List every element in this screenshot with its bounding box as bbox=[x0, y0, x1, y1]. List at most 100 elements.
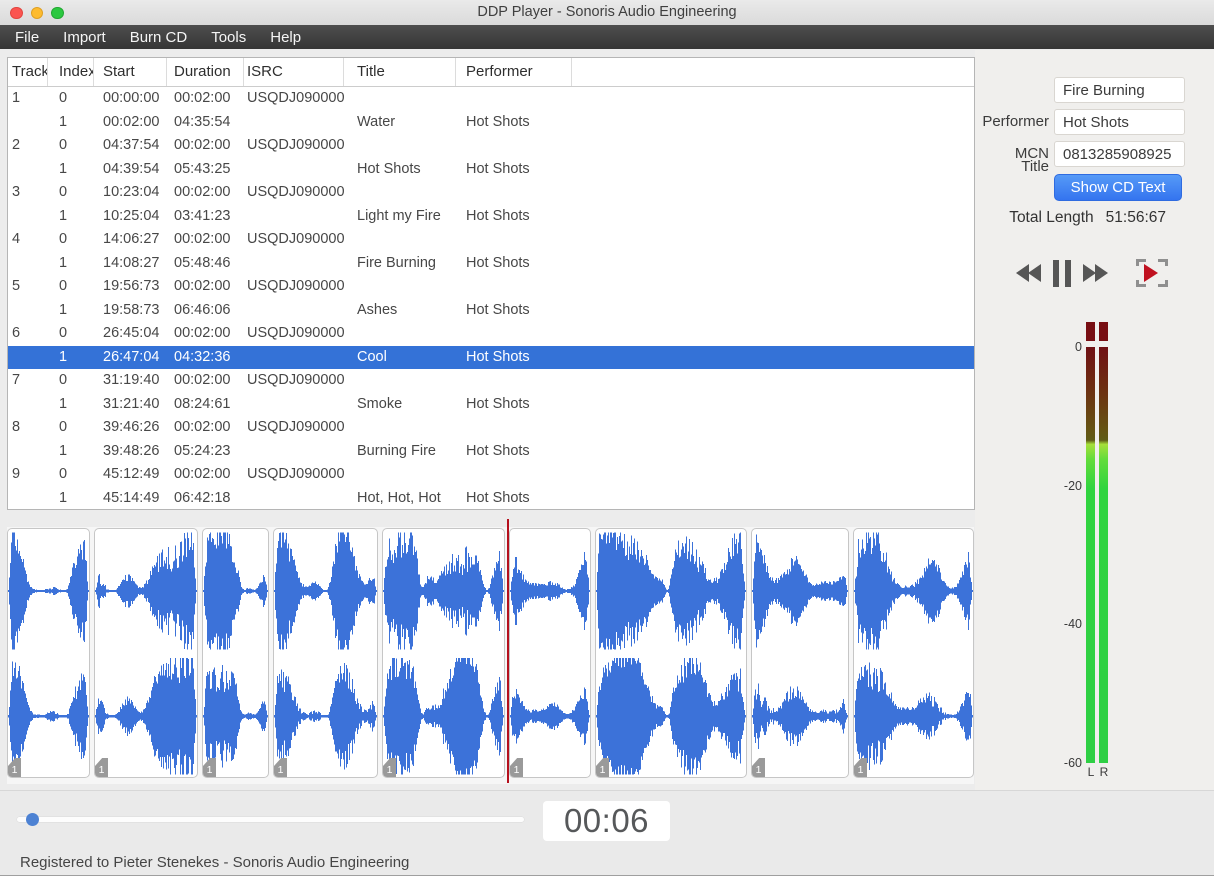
table-cell: 14:06:27 bbox=[103, 231, 160, 247]
table-header-row: Track Index Start Duration ISRC Title Performe… bbox=[8, 58, 974, 87]
column-header-duration[interactable]: Duration bbox=[167, 58, 244, 86]
title-field[interactable] bbox=[1054, 77, 1185, 103]
waveform-segment-track-7[interactable]: 1 bbox=[595, 528, 747, 778]
waveform-segment-track-3[interactable]: 1 bbox=[202, 528, 269, 778]
position-slider-track[interactable] bbox=[16, 816, 525, 823]
table-cell: USQDJ0900006 bbox=[247, 325, 344, 341]
table-row[interactable]: 1 10:25:04 03:41:23 Light my Fire Hot Shots bbox=[8, 205, 974, 229]
window-title: DDP Player - Sonoris Audio Engineering bbox=[477, 4, 737, 20]
bottom-bar: 00:06 Registered to Pieter Stenekes - So… bbox=[0, 790, 1214, 875]
table-cell: 45:12:49 bbox=[103, 466, 160, 482]
performer-field[interactable] bbox=[1054, 109, 1185, 135]
table-row[interactable]: 3 0 10:23:04 00:02:00 USQDJ0900003 bbox=[8, 181, 974, 205]
transport-controls bbox=[1016, 257, 1168, 289]
waveform-segment-track-5[interactable]: 1 bbox=[382, 528, 505, 778]
menu-item-help[interactable]: Help bbox=[270, 29, 301, 46]
mcn-field[interactable] bbox=[1054, 141, 1185, 167]
table-cell: 2 bbox=[12, 137, 21, 153]
table-cell: 00:02:00 bbox=[174, 184, 231, 200]
table-cell: 9 bbox=[12, 466, 21, 482]
table-cell bbox=[344, 134, 456, 158]
waveform-segment-track-6[interactable]: 1 bbox=[509, 528, 591, 778]
table-row[interactable]: 8 0 39:46:26 00:02:00 USQDJ0900008 bbox=[8, 416, 974, 440]
table-cell: 8 bbox=[12, 419, 21, 435]
column-header-start[interactable]: Start bbox=[94, 58, 167, 86]
table-cell bbox=[572, 346, 974, 370]
table-cell bbox=[456, 369, 572, 393]
waveform-segment-track-8[interactable]: 1 bbox=[751, 528, 849, 778]
table-cell bbox=[8, 299, 48, 323]
play-marker-button[interactable] bbox=[1136, 259, 1168, 287]
table-row[interactable]: 1 04:39:54 05:43:25 Hot Shots Hot Shots bbox=[8, 158, 974, 182]
menu-item-import[interactable]: Import bbox=[63, 29, 106, 46]
waveform-segment-track-9[interactable]: 1 bbox=[853, 528, 974, 778]
table-cell bbox=[572, 228, 974, 252]
table-cell bbox=[572, 299, 974, 323]
table-cell bbox=[572, 205, 974, 229]
table-cell: 00:02:00 bbox=[174, 372, 231, 388]
column-header-title[interactable]: Title bbox=[344, 58, 456, 86]
table-cell bbox=[572, 134, 974, 158]
table-cell: Hot Shots bbox=[466, 489, 530, 506]
table-row[interactable]: 1 31:21:40 08:24:61 Smoke Hot Shots bbox=[8, 393, 974, 417]
table-cell: 05:43:25 bbox=[174, 160, 231, 177]
waveform-segment-track-1[interactable]: 1 bbox=[7, 528, 90, 778]
table-row[interactable]: 7 0 31:19:40 00:02:00 USQDJ0900007 bbox=[8, 369, 974, 393]
column-header-track[interactable]: Track bbox=[8, 58, 48, 86]
table-cell bbox=[8, 487, 48, 510]
table-cell: 1 bbox=[59, 160, 68, 177]
menu-item-tools[interactable]: Tools bbox=[211, 29, 246, 46]
menu-item-burn-cd[interactable]: Burn CD bbox=[130, 29, 188, 46]
table-cell bbox=[572, 487, 974, 510]
playhead-cursor[interactable] bbox=[507, 519, 509, 783]
column-header-index[interactable]: Index bbox=[48, 58, 94, 86]
table-cell: 4 bbox=[12, 231, 21, 247]
rewind-button[interactable] bbox=[1016, 264, 1041, 282]
column-header-empty[interactable] bbox=[572, 58, 974, 86]
table-cell bbox=[244, 440, 344, 464]
table-cell: Light my Fire bbox=[357, 207, 441, 224]
table-cell: 0 bbox=[59, 90, 68, 106]
table-cell bbox=[572, 111, 974, 135]
table-cell bbox=[344, 228, 456, 252]
table-row-selected[interactable]: 1 26:47:04 04:32:36 Cool Hot Shots bbox=[8, 345, 974, 370]
table-row[interactable]: 2 0 04:37:54 00:02:00 USQDJ0900002 bbox=[8, 134, 974, 158]
column-header-performer[interactable]: Performer bbox=[456, 58, 572, 86]
table-cell bbox=[572, 252, 974, 276]
table-cell bbox=[344, 87, 456, 111]
table-cell: USQDJ0900004 bbox=[247, 231, 344, 247]
level-meter-left bbox=[1086, 347, 1095, 763]
table-cell: 1 bbox=[59, 348, 68, 365]
pause-button[interactable] bbox=[1053, 259, 1071, 287]
waveform-segment-track-2[interactable]: 1 bbox=[94, 528, 198, 778]
table-row[interactable]: 5 0 19:56:73 00:02:00 USQDJ0900005 bbox=[8, 275, 974, 299]
table-row[interactable]: 1 0 00:00:00 00:02:00 USQDJ0900001 bbox=[8, 87, 974, 111]
table-cell: Ashes bbox=[357, 301, 398, 318]
table-cell bbox=[244, 252, 344, 276]
table-row[interactable]: 1 19:58:73 06:46:06 Ashes Hot Shots bbox=[8, 299, 974, 323]
table-row[interactable]: 1 45:14:49 06:42:18 Hot, Hot, Hot Hot Shots bbox=[8, 487, 974, 510]
table-row[interactable]: 1 14:08:27 05:48:46 Fire Burning Hot Shots bbox=[8, 252, 974, 276]
table-row[interactable]: 1 00:02:00 04:35:54 Water Hot Shots bbox=[8, 111, 974, 135]
table-cell bbox=[572, 87, 974, 111]
table-cell bbox=[344, 275, 456, 299]
table-body: 1 0 00:00:00 00:02:00 USQDJ0900001 1 00:02:00 0… bbox=[8, 87, 974, 510]
table-row[interactable]: 6 0 26:45:04 00:02:00 USQDJ0900006 bbox=[8, 322, 974, 346]
table-cell bbox=[244, 299, 344, 323]
table-row[interactable]: 1 39:48:26 05:24:23 Burning Fire Hot Shots bbox=[8, 440, 974, 464]
table-row[interactable]: 9 0 45:12:49 00:02:00 USQDJ0900009 bbox=[8, 463, 974, 487]
table-cell bbox=[344, 181, 456, 205]
show-cd-text-button[interactable]: Show CD Text bbox=[1054, 174, 1182, 201]
table-cell bbox=[8, 252, 48, 276]
table-cell bbox=[344, 322, 456, 346]
table-cell: 1 bbox=[59, 489, 68, 506]
position-slider-thumb[interactable] bbox=[26, 813, 39, 826]
waveform-segment-track-4[interactable]: 1 bbox=[273, 528, 378, 778]
menu-item-file[interactable]: File bbox=[15, 29, 39, 46]
table-row[interactable]: 4 0 14:06:27 00:02:00 USQDJ0900004 bbox=[8, 228, 974, 252]
menu-bar: File Import Burn CD Tools Help bbox=[0, 25, 1214, 49]
table-cell bbox=[572, 393, 974, 417]
table-cell: 00:02:00 bbox=[103, 113, 160, 130]
fast-forward-button[interactable] bbox=[1083, 264, 1108, 282]
column-header-isrc[interactable]: ISRC bbox=[244, 58, 344, 86]
